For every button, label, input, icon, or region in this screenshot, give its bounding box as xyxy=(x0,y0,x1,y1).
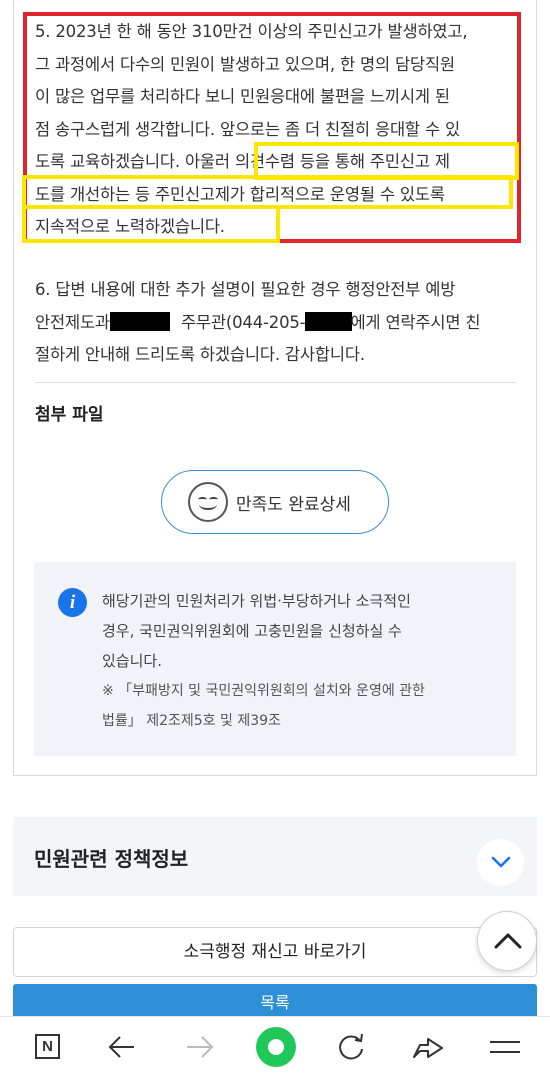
policy-title: 민원관련 정책정보 xyxy=(34,847,189,871)
notice-line: 경우, 국민권익위원회에 고충민원을 신청하실 수 xyxy=(102,622,402,640)
answer-text: 주무관(044-205- xyxy=(175,312,306,332)
law-reference-line: ※ 「부패방지 및 국민권익위원회의 설치와 운영에 관한 xyxy=(102,683,425,699)
satisfaction-detail-button[interactable]: 만족도 완료상세 xyxy=(161,470,389,534)
attachments-title: 첨부 파일 xyxy=(35,405,104,425)
answer-text: 안전제도과 xyxy=(35,312,110,332)
naver-n-icon[interactable]: N xyxy=(35,1034,60,1059)
divider xyxy=(35,382,516,383)
yellow-highlight-box xyxy=(22,175,513,209)
answer-line: 절하게 안내해 드리도록 하겠습니다. 감사합니다. xyxy=(35,345,365,364)
back-arrow-icon[interactable] xyxy=(96,1017,156,1077)
redaction-block xyxy=(109,311,170,331)
answer-text: 에게 연락주시면 친 xyxy=(350,312,481,332)
chevron-up-icon xyxy=(494,933,522,949)
info-icon: i xyxy=(58,588,87,617)
notice-line: 해당기관의 민원처리가 위법·부당하거나 소극적인 xyxy=(102,592,411,610)
satisfaction-label: 만족도 완료상세 xyxy=(236,494,351,515)
law-reference-line: 법률」 제2조제5호 및 제39조 xyxy=(102,713,281,729)
home-icon[interactable] xyxy=(256,1027,296,1067)
forward-arrow-icon[interactable] xyxy=(172,1017,232,1077)
policy-info-accordion[interactable]: 민원관련 정책정보 xyxy=(13,817,537,896)
answer-paragraph-6: 6. 답변 내용에 대한 추가 설명이 필요한 경우 행정안전부 예방 안전제도… xyxy=(35,274,525,372)
scroll-to-top-button[interactable] xyxy=(477,911,537,971)
answer-line: 안전제도과 주무관(044-205- 에게 연락주시면 친 xyxy=(35,307,525,340)
redaction-block xyxy=(305,311,353,331)
chevron-down-icon[interactable] xyxy=(477,839,524,886)
notice-box: i 해당기관의 민원처리가 위법·부당하거나 소극적인 경우, 국민권익위원회에… xyxy=(34,562,516,756)
menu-icon[interactable] xyxy=(474,1017,534,1077)
refresh-icon[interactable] xyxy=(322,1017,382,1077)
browser-bottom-bar: N xyxy=(0,1016,550,1077)
share-icon[interactable] xyxy=(398,1017,458,1077)
answer-line: 6. 답변 내용에 대한 추가 설명이 필요한 경우 행정안전부 예방 xyxy=(35,280,456,299)
smiley-icon xyxy=(188,482,228,522)
notice-line: 있습니다. xyxy=(102,652,162,670)
notice-text: 해당기관의 민원처리가 위법·부당하거나 소극적인 경우, 국민권익위원회에 고… xyxy=(102,586,502,736)
yellow-highlight-box xyxy=(22,205,280,243)
report-passive-admin-button[interactable]: 소극행정 재신고 바로가기 xyxy=(13,927,537,977)
